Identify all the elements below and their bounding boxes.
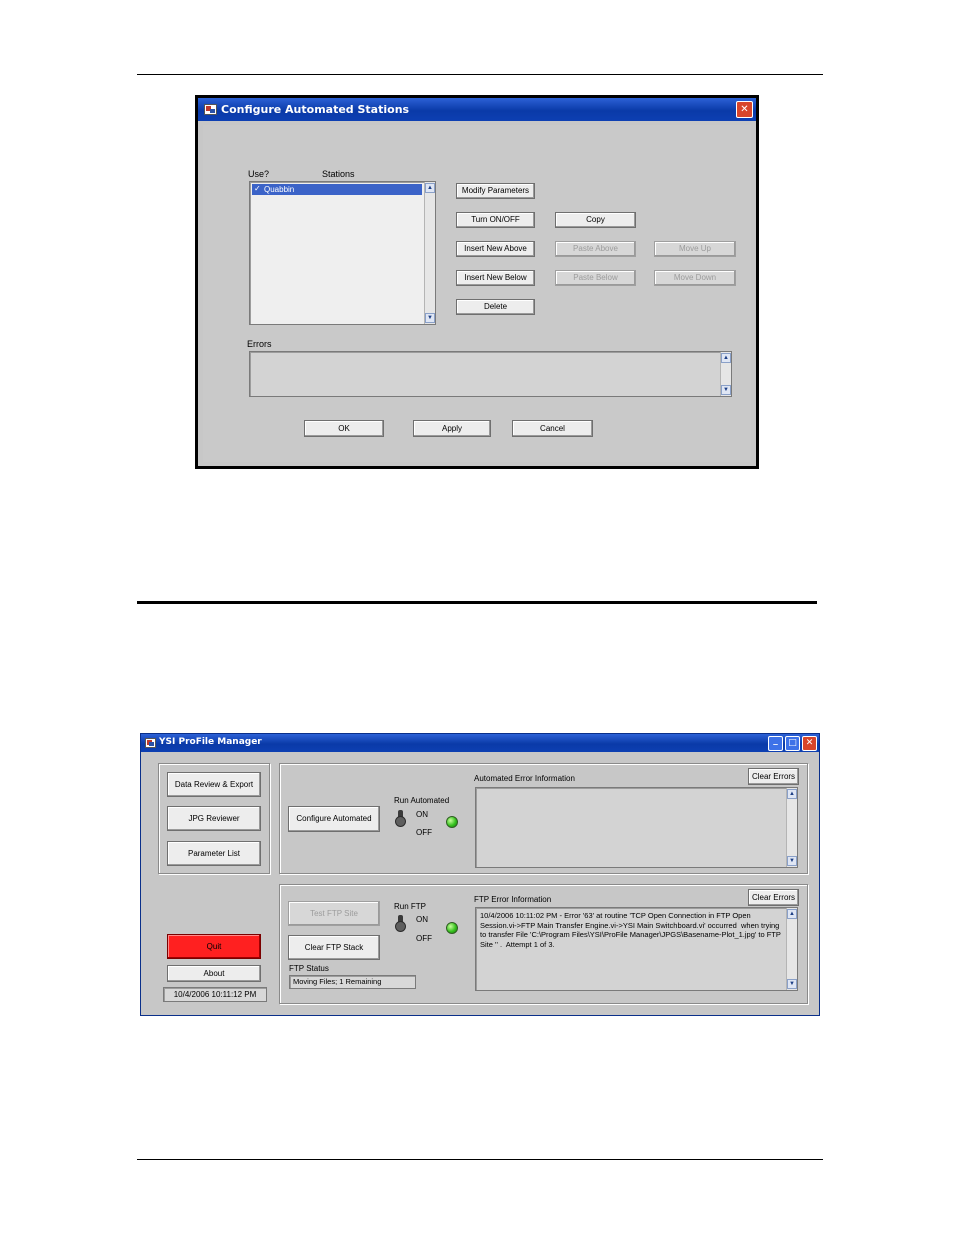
parameter-list-button[interactable]: Parameter List — [167, 841, 261, 866]
minimize-button[interactable]: _ — [768, 736, 783, 751]
modify-parameters-button[interactable]: Modify Parameters — [456, 183, 535, 199]
scroll-up-arrow[interactable]: ▲ — [787, 909, 797, 919]
ftp-error-scrollbar[interactable]: ▲ ▼ — [786, 908, 797, 990]
copy-button[interactable]: Copy — [555, 212, 636, 228]
footer-rule — [137, 1159, 823, 1160]
run-automated-toggle-switch[interactable] — [395, 810, 406, 830]
ftp-error-label: FTP Error Information — [474, 895, 552, 904]
turn-on-off-button[interactable]: Turn ON/OFF — [456, 212, 535, 228]
stations-column-label: Stations — [322, 169, 355, 179]
toggle-base — [395, 816, 406, 827]
automated-on-label: ON — [416, 810, 428, 819]
insert-new-above-button[interactable]: Insert New Above — [456, 241, 535, 257]
app-icon — [145, 738, 156, 748]
scroll-up-arrow[interactable]: ▲ — [787, 789, 797, 799]
maximize-button[interactable]: □ — [785, 736, 800, 751]
clear-ftp-stack-button[interactable]: Clear FTP Stack — [288, 935, 380, 960]
ftp-status-led — [446, 922, 458, 934]
dialog-title: Configure Automated Stations — [221, 103, 410, 116]
automated-error-label: Automated Error Information — [474, 774, 575, 783]
scroll-down-arrow[interactable]: ▼ — [787, 979, 797, 989]
toggle-base — [395, 921, 406, 932]
section-rule — [137, 601, 817, 604]
run-ftp-label: Run FTP — [394, 902, 427, 911]
stations-scrollbar[interactable]: ▲ ▼ — [424, 182, 435, 324]
ftp-status-display: Moving Files; 1 Remaining — [289, 975, 416, 989]
cancel-button[interactable]: Cancel — [512, 420, 593, 437]
automated-error-textbox[interactable]: ▲ ▼ — [475, 787, 798, 868]
profile-manager-window: YSI ProFile Manager _ □ ✕ Data Review & … — [140, 733, 820, 1016]
delete-button[interactable]: Delete — [456, 299, 535, 315]
scroll-down-arrow[interactable]: ▼ — [425, 313, 435, 323]
run-automated-label: Run Automated — [394, 796, 450, 805]
header-rule — [137, 74, 823, 75]
automated-off-label: OFF — [416, 828, 432, 837]
dialog-titlebar: Configure Automated Stations ✕ — [198, 98, 756, 121]
clock-display: 10/4/2006 10:11:12 PM — [163, 987, 267, 1002]
dialog-close-button[interactable]: ✕ — [736, 101, 753, 118]
ftp-status-label: FTP Status — [289, 964, 329, 973]
automated-status-led — [446, 816, 458, 828]
station-name: Quabbin — [264, 185, 295, 194]
configure-automated-stations-dialog: Configure Automated Stations ✕ Use? Stat… — [195, 95, 759, 469]
scroll-up-arrow[interactable]: ▲ — [721, 353, 731, 363]
quit-button[interactable]: Quit — [167, 934, 261, 959]
insert-new-below-button[interactable]: Insert New Below — [456, 270, 535, 286]
test-ftp-site-button[interactable]: Test FTP Site — [288, 901, 380, 926]
automated-clear-errors-button[interactable]: Clear Errors — [748, 768, 799, 785]
window-title: YSI ProFile Manager — [159, 737, 262, 747]
manager-titlebar: YSI ProFile Manager _ □ ✕ — [141, 734, 819, 752]
jpg-reviewer-button[interactable]: JPG Reviewer — [167, 806, 261, 831]
ftp-error-textbox[interactable]: 10/4/2006 10:11:02 PM - Error '63' at ro… — [475, 907, 798, 991]
apply-button[interactable]: Apply — [413, 420, 491, 437]
scroll-down-arrow[interactable]: ▼ — [787, 856, 797, 866]
use-column-label: Use? — [248, 169, 270, 179]
station-use-check[interactable]: ✓ — [254, 184, 261, 193]
station-row[interactable]: ✓ Quabbin — [252, 184, 422, 195]
ftp-clear-errors-button[interactable]: Clear Errors — [748, 889, 799, 906]
automated-error-scrollbar[interactable]: ▲ ▼ — [786, 788, 797, 867]
data-review-export-button[interactable]: Data Review & Export — [167, 772, 261, 797]
window-close-button[interactable]: ✕ — [802, 736, 817, 751]
run-ftp-toggle-switch[interactable] — [395, 915, 406, 935]
scroll-down-arrow[interactable]: ▼ — [721, 385, 731, 395]
move-up-button[interactable]: Move Up — [654, 241, 736, 257]
ftp-on-label: ON — [416, 915, 428, 924]
errors-scrollbar[interactable]: ▲ ▼ — [720, 352, 731, 396]
configure-automated-button[interactable]: Configure Automated — [288, 806, 380, 832]
errors-label: Errors — [247, 339, 272, 349]
ftp-error-text: 10/4/2006 10:11:02 PM - Error '63' at ro… — [480, 911, 783, 949]
stations-listbox[interactable]: ✓ Quabbin ▲ ▼ — [249, 181, 436, 325]
about-button[interactable]: About — [167, 965, 261, 982]
ftp-off-label: OFF — [416, 934, 432, 943]
errors-textbox[interactable]: ▲ ▼ — [249, 351, 732, 397]
app-icon — [204, 104, 217, 115]
scroll-up-arrow[interactable]: ▲ — [425, 183, 435, 193]
ok-button[interactable]: OK — [304, 420, 384, 437]
paste-above-button[interactable]: Paste Above — [555, 241, 636, 257]
paste-below-button[interactable]: Paste Below — [555, 270, 636, 286]
move-down-button[interactable]: Move Down — [654, 270, 736, 286]
